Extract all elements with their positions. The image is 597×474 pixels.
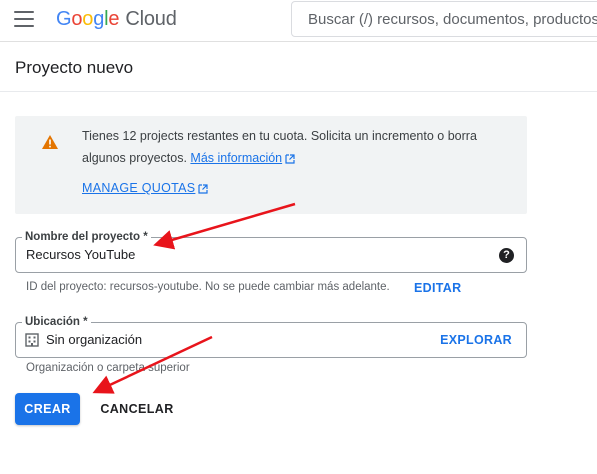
external-link-icon [285,154,295,164]
create-button[interactable]: CREAR [15,393,80,425]
edit-project-id-button[interactable]: EDITAR [414,281,461,295]
google-cloud-logo[interactable]: Google Cloud [56,8,177,31]
location-value: Sin organización [46,332,143,347]
logo-letter-g: G [56,8,72,30]
cancel-button[interactable]: CANCELAR [92,393,182,425]
more-info-link[interactable]: Más información [190,151,282,165]
manage-quotas-link[interactable]: MANAGE QUOTAS [82,181,209,195]
logo-letter-o1: o [71,8,83,30]
hamburger-menu-icon[interactable] [14,11,34,27]
quota-notice: Tienes 12 projects restantes en tu cuota… [15,116,527,214]
more-info-label: Más información [190,151,283,165]
location-hint: Organización o carpeta superior [26,362,190,374]
search-box[interactable] [291,1,597,37]
top-app-bar: Google Cloud [0,0,597,42]
title-divider [0,91,597,92]
logo-letter-e: e [108,8,120,30]
location-label: Ubicación * [22,315,91,329]
quota-notice-text: Tienes 12 projects restantes en tu cuota… [82,125,512,169]
logo-letter-o2: o [82,8,94,30]
external-link-icon [198,184,209,194]
project-name-label: Nombre del proyecto * [22,230,151,244]
project-name-value[interactable]: Recursos YouTube [26,247,135,262]
warning-triangle-icon [42,135,58,149]
location-field[interactable]: Ubicación * Sin organización EXPLORAR [15,315,527,358]
search-input[interactable] [292,2,597,36]
logo-letter-g2: g [93,8,105,30]
manage-quotas-label: MANAGE QUOTAS [82,181,196,195]
page-title: Proyecto nuevo [15,58,134,77]
logo-product-name: Cloud [125,8,177,30]
project-id-hint: ID del proyecto: recursos-youtube. No se… [26,281,390,293]
building-icon [25,333,39,347]
project-name-field[interactable]: Nombre del proyecto * Recursos YouTube ? [15,230,527,273]
explore-button[interactable]: EXPLORAR [440,333,512,347]
help-circle-icon[interactable]: ? [499,248,514,263]
